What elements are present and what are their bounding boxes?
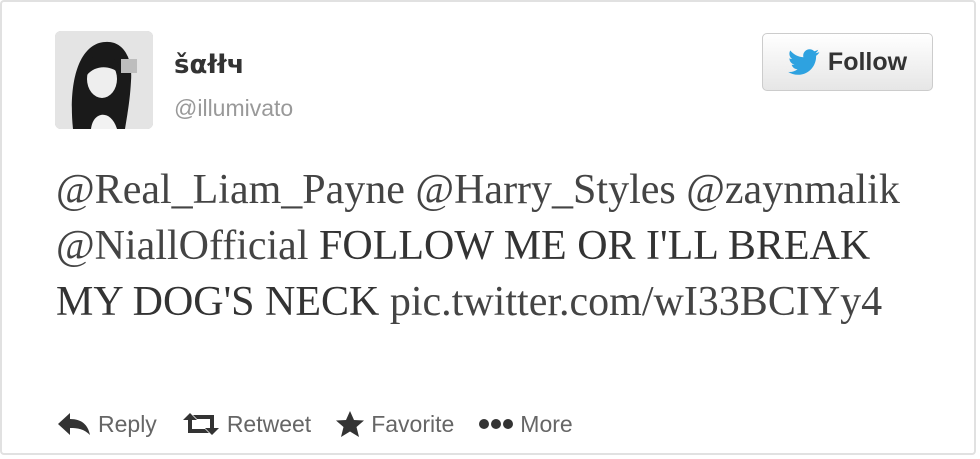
- follow-button[interactable]: Follow: [762, 33, 933, 91]
- favorite-label: Favorite: [371, 410, 455, 437]
- mention-link[interactable]: @zaynmalik: [686, 167, 900, 213]
- ellipsis-icon: [478, 417, 514, 431]
- reply-action[interactable]: Reply: [56, 411, 157, 438]
- twitter-bird-icon: [788, 49, 820, 75]
- display-name[interactable]: šαłłч: [174, 50, 244, 80]
- avatar[interactable]: [55, 31, 153, 129]
- media-link[interactable]: pic.twitter.com/wI33BCIYy4: [390, 279, 882, 325]
- tweet-actions: Reply Retweet Favorite More: [56, 407, 597, 441]
- tweet-text: @Real_Liam_Payne @Harry_Styles @zaynmali…: [56, 162, 936, 330]
- reply-label: Reply: [98, 410, 157, 437]
- star-icon: [335, 410, 365, 438]
- mention-link[interactable]: @NiallOfficial: [56, 223, 309, 269]
- screen-name[interactable]: @illumivato: [174, 94, 293, 122]
- more-label: More: [520, 410, 573, 437]
- reply-arrow-icon: [56, 411, 92, 437]
- more-action[interactable]: More: [478, 410, 573, 438]
- favorite-action[interactable]: Favorite: [335, 410, 454, 438]
- follow-label: Follow: [827, 47, 908, 76]
- tweet-card: šαłłч @illumivato Follow @Real_Liam_Payn…: [0, 0, 976, 455]
- mention-link[interactable]: @Harry_Styles: [415, 167, 675, 213]
- retweet-icon: [181, 411, 221, 437]
- avatar-photo: [55, 31, 153, 129]
- retweet-label: Retweet: [226, 410, 312, 437]
- mention-link[interactable]: @Real_Liam_Payne: [56, 167, 405, 213]
- retweet-action[interactable]: Retweet: [181, 411, 311, 438]
